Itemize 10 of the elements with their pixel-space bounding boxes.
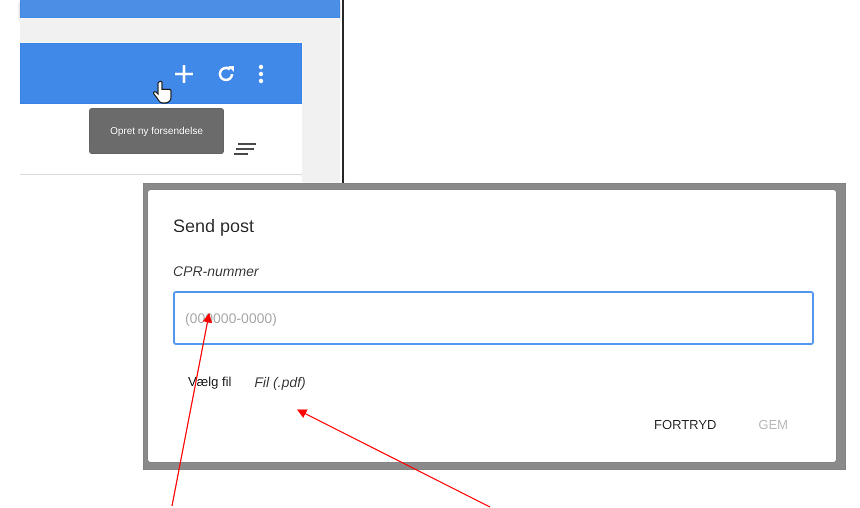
field-label: CPR-nummer — [173, 263, 260, 279]
refresh-icon[interactable] — [216, 64, 236, 84]
more-menu-icon[interactable] — [258, 64, 264, 84]
sort-icon[interactable] — [234, 143, 258, 155]
tooltip: Opret ny forsendelse — [89, 108, 224, 154]
hand-cursor-icon — [153, 80, 173, 104]
add-icon[interactable] — [174, 64, 194, 84]
file-label: Fil (.pdf) — [254, 374, 306, 390]
dialog-button[interactable]: FORTRYD — [648, 413, 722, 436]
dialog-title: Send post — [173, 216, 256, 237]
